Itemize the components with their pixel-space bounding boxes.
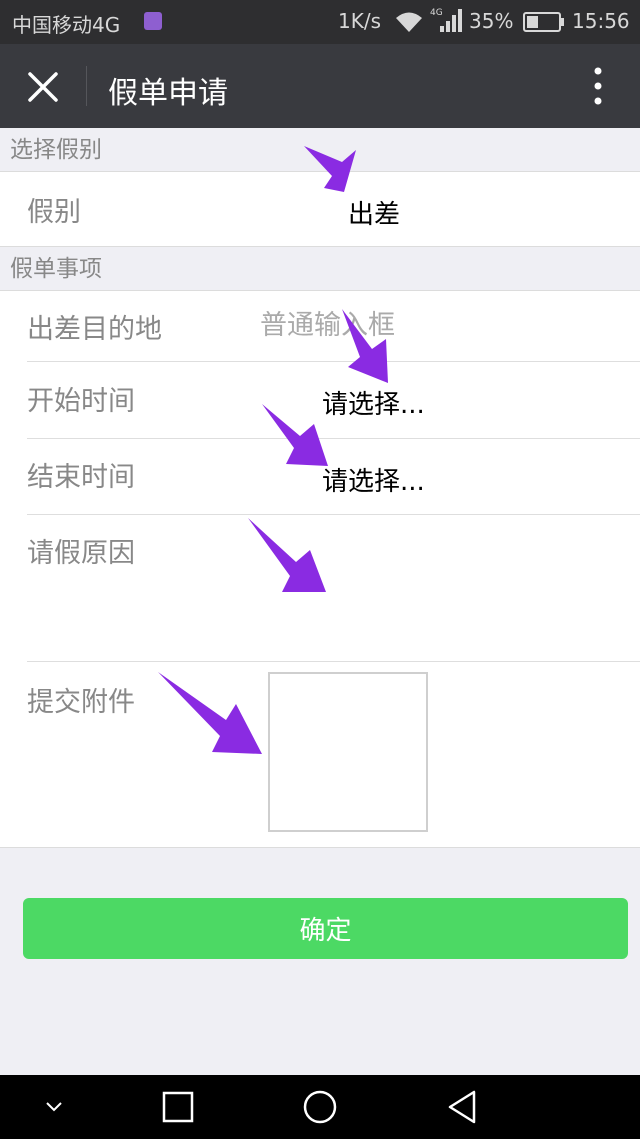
leave-type-label: 假别 xyxy=(27,197,81,228)
start-time-picker[interactable]: 请选择... xyxy=(322,384,425,421)
title-divider xyxy=(86,66,87,106)
signal-icon: 4G xyxy=(430,8,462,32)
carrier-name: 中国移动4G xyxy=(12,13,121,37)
attachment-label: 提交附件 xyxy=(27,687,135,718)
notification-icon xyxy=(144,12,162,30)
confirm-button[interactable]: 确定 xyxy=(23,898,628,959)
attachment-upload-box[interactable] xyxy=(268,672,428,832)
clock: 15:56 xyxy=(572,9,630,33)
reason-label: 请假原因 xyxy=(27,538,135,569)
leave-type-value[interactable]: 出差 xyxy=(348,194,400,231)
end-time-label: 结束时间 xyxy=(27,462,135,493)
battery-percent: 35% xyxy=(469,9,514,33)
recent-apps-icon[interactable] xyxy=(162,1091,194,1123)
destination-label: 出差目的地 xyxy=(27,314,162,345)
annotation-arrow-icon xyxy=(304,146,356,192)
page-title: 假单申请 xyxy=(108,76,228,111)
home-icon[interactable] xyxy=(302,1089,338,1125)
section-header-details: 假单事项 xyxy=(10,256,102,282)
back-icon[interactable] xyxy=(446,1089,478,1125)
wifi-icon xyxy=(396,12,422,32)
annotation-arrow-icon xyxy=(248,518,326,592)
annotation-arrow-icon xyxy=(158,672,262,754)
android-nav-bar xyxy=(0,1075,640,1139)
annotation-arrow-icon xyxy=(262,404,328,466)
more-vertical-icon[interactable] xyxy=(588,66,608,106)
attachment-row: 提交附件 xyxy=(0,662,640,848)
destination-input[interactable] xyxy=(260,305,620,345)
destination-row: 出差目的地 xyxy=(0,291,640,361)
status-bar: 中国移动4G 1K/s 4G 35% 15:56 xyxy=(0,0,640,44)
close-icon[interactable] xyxy=(26,70,60,104)
screen: 中国移动4G 1K/s 4G 35% 15:56 假单申请 选择假别 假别 出差… xyxy=(0,0,640,1139)
network-speed: 1K/s xyxy=(338,9,381,33)
end-time-picker[interactable]: 请选择... xyxy=(322,461,425,498)
start-time-label: 开始时间 xyxy=(27,386,135,417)
network-badge: 4G xyxy=(430,8,443,18)
battery-icon xyxy=(523,12,564,32)
title-bar: 假单申请 xyxy=(0,44,640,128)
chevron-down-icon[interactable] xyxy=(44,1099,64,1115)
annotation-arrow-icon xyxy=(342,309,388,383)
